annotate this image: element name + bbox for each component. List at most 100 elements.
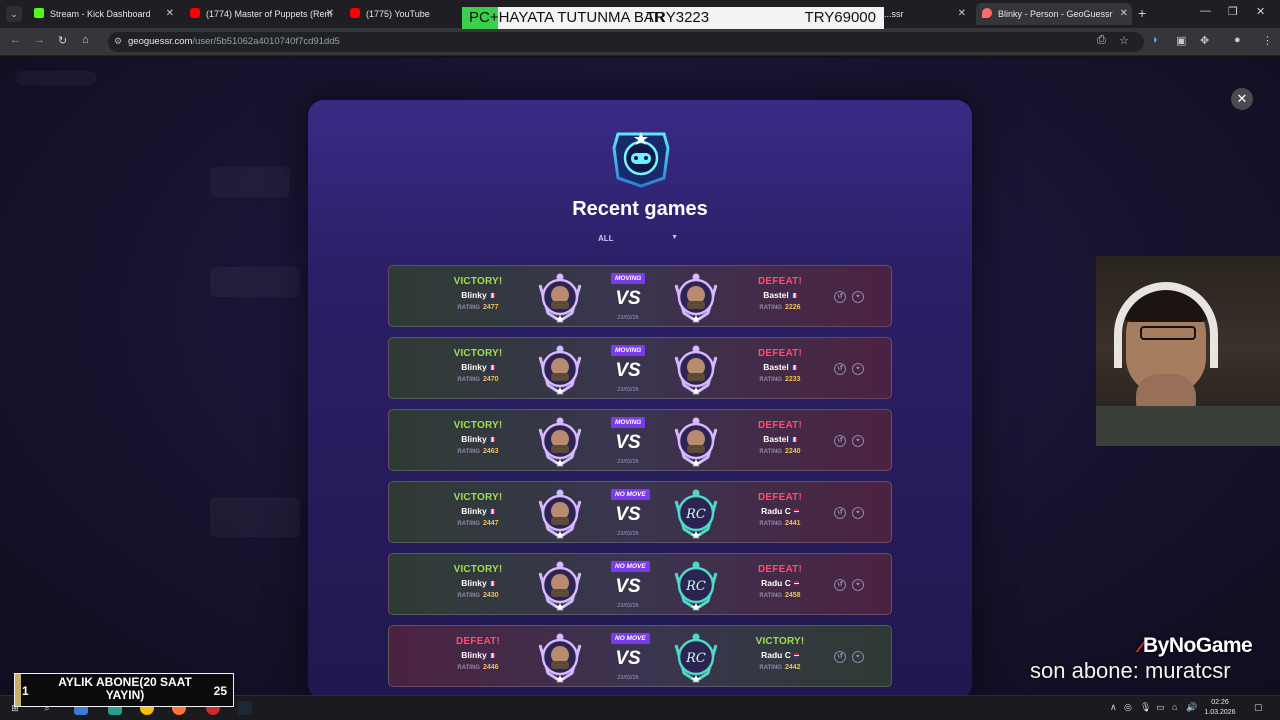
tray-app-icon[interactable]: ◎ [1124, 702, 1132, 713]
map-pin-icon[interactable]: ⌖ [852, 579, 864, 591]
tab-geoguessr-active[interactable]: Blinky - Person - GeoGuessr ✕ [976, 3, 1132, 25]
sub-goal-target: 25 [213, 684, 227, 698]
game-date: 22/02/26 [617, 315, 639, 321]
address-bar[interactable]: ⚙ geoguessr.com/user/5b51062a4010740f7cd… [108, 32, 1144, 52]
game-row[interactable]: VICTORY! Blinky RATING 2447 NO MOVE VS 22/02/2… [388, 481, 892, 543]
bookmark-star-icon[interactable]: ☆ [1119, 34, 1129, 47]
rating-label: RATING [457, 377, 480, 383]
player-name[interactable]: Blinky [433, 362, 523, 372]
opponent-avatar[interactable] [670, 415, 722, 467]
brand-text: ByNoGame [1143, 634, 1253, 657]
game-row[interactable]: VICTORY! Blinky RATING 2463 MOVING VS 22/02/26… [388, 409, 892, 471]
menu-kebab-icon[interactable]: ⋮ [1262, 34, 1273, 47]
url-path: /user/5b51062a4010740f7cd91dd5 [192, 36, 340, 47]
install-app-icon[interactable]: ⎙ [1097, 34, 1106, 47]
replay-icon[interactable]: ↺ [834, 507, 846, 519]
battery-icon[interactable]: ▭ [1156, 702, 1165, 713]
player-name[interactable]: Blinky [433, 434, 523, 444]
player-avatar[interactable] [534, 415, 586, 467]
opponent-avatar[interactable]: RC [670, 559, 722, 611]
opponent-avatar[interactable]: RC [670, 631, 722, 683]
home-icon[interactable]: ⌂ [82, 34, 89, 46]
map-pin-icon[interactable]: ⌖ [852, 651, 864, 663]
new-tab-button[interactable]: + [1138, 5, 1146, 21]
tab-youtube[interactable]: (1775) YouTube [344, 3, 464, 25]
tab-geoguessr[interactable]: ...ssr ✕ [884, 3, 970, 25]
player-name[interactable]: Bastel [735, 434, 825, 444]
volume-icon[interactable]: 🔊 [1186, 702, 1197, 713]
player-name[interactable]: Blinky [433, 650, 523, 660]
game-date: 22/02/26 [617, 531, 639, 537]
map-pin-icon[interactable]: ⌖ [852, 291, 864, 303]
player-name[interactable]: Bastel [735, 362, 825, 372]
player-avatar[interactable] [534, 343, 586, 395]
player-avatar[interactable] [534, 271, 586, 323]
map-pin-icon[interactable]: ⌖ [852, 507, 864, 519]
steam-icon[interactable] [238, 701, 252, 715]
system-clock[interactable]: 02:26 1.03.2026 [1200, 698, 1240, 718]
reload-icon[interactable]: ↻ [58, 34, 67, 47]
replay-icon[interactable]: ↺ [834, 651, 846, 663]
close-tab-icon[interactable]: ✕ [326, 3, 334, 25]
notifications-icon[interactable]: ▢ [1254, 702, 1263, 713]
minimize-icon[interactable]: — [1200, 5, 1211, 17]
rating-value: 2477 [482, 304, 499, 311]
game-row[interactable]: VICTORY! Blinky RATING 2430 NO MOVE VS 22/02/2… [388, 553, 892, 615]
player-name[interactable]: Radu C [735, 578, 825, 588]
close-tab-icon[interactable]: ✕ [1120, 3, 1128, 25]
player-name[interactable]: Radu C [735, 506, 825, 516]
player-avatar[interactable] [534, 487, 586, 539]
back-icon[interactable]: ← [10, 34, 21, 46]
rating: RATING 2463 [433, 448, 523, 455]
network-icon[interactable]: ⌂ [1172, 702, 1177, 712]
replay-icon[interactable]: ↺ [834, 435, 846, 447]
profile-avatar-icon[interactable]: ● [1234, 34, 1241, 46]
maximize-icon[interactable]: ❐ [1228, 5, 1238, 18]
player-name[interactable]: Bastel [735, 290, 825, 300]
player-name[interactable]: Blinky [433, 290, 523, 300]
tray-chevron-icon[interactable]: ∧ [1110, 702, 1117, 713]
result-label: DEFEAT! [758, 348, 802, 359]
opponent-avatar[interactable] [670, 343, 722, 395]
close-tab-icon[interactable]: ✕ [958, 3, 966, 25]
tab-youtube-master[interactable]: (1774) Master of Puppets (Rem ✕ [184, 3, 338, 25]
close-tab-icon[interactable]: ✕ [166, 3, 174, 25]
microphone-icon[interactable]: 🎙 [1140, 702, 1151, 713]
game-row[interactable]: VICTORY! Blinky RATING 2477 MOVING VS 22/02/26… [388, 265, 892, 327]
screen-icon[interactable]: ▣ [1176, 34, 1186, 47]
extensions-puzzle-icon[interactable]: ✥ [1200, 34, 1209, 47]
close-modal-button[interactable]: ✕ [1231, 88, 1253, 110]
url-host: geoguessr.com [128, 36, 193, 47]
game-row[interactable]: VICTORY! Blinky RATING 2470 MOVING VS 22/02/26… [388, 337, 892, 399]
map-pin-icon[interactable]: ⌖ [852, 435, 864, 447]
tab-kick-dashboard[interactable]: Stream - Kick Dashboard ✕ [28, 3, 178, 25]
rating-label: RATING [759, 593, 782, 599]
close-window-icon[interactable]: ✕ [1256, 5, 1265, 18]
goal-target: TRY69000 [804, 9, 876, 26]
youtube-icon [350, 8, 360, 18]
player-avatar[interactable] [534, 631, 586, 683]
opponent-avatar[interactable] [670, 271, 722, 323]
vs-label: VS [615, 288, 641, 309]
player-avatar[interactable] [534, 559, 586, 611]
replay-icon[interactable]: ↺ [834, 291, 846, 303]
player-name[interactable]: Blinky [433, 506, 523, 516]
rating: RATING 2477 [433, 304, 523, 311]
opponent-avatar[interactable]: RC [670, 487, 722, 539]
tab-search-button[interactable]: ⌄ [6, 6, 22, 22]
player-name[interactable]: Radu C [735, 650, 825, 660]
site-info-icon[interactable]: ⚙ [114, 36, 122, 47]
game-row[interactable]: DEFEAT! Blinky RATING 2446 NO MOVE VS 22/02/26… [388, 625, 892, 687]
replay-icon[interactable]: ↺ [834, 363, 846, 375]
player-left: VICTORY! Blinky RATING 2463 [433, 420, 523, 455]
forward-icon[interactable]: → [34, 34, 45, 46]
extension-icon[interactable]: ◗ [1152, 34, 1159, 46]
replay-icon[interactable]: ↺ [834, 579, 846, 591]
url-text: geoguessr.com/user/5b51062a4010740f7cd91… [128, 36, 340, 47]
map-pin-icon[interactable]: ⌖ [852, 363, 864, 375]
games-filter-dropdown[interactable]: ALL ▼ [598, 234, 678, 248]
player-name[interactable]: Blinky [433, 578, 523, 588]
svg-text:RC: RC [685, 507, 706, 522]
rating-value: 2441 [784, 520, 801, 527]
last-subscriber: son abone: muratcsr [1030, 658, 1231, 683]
